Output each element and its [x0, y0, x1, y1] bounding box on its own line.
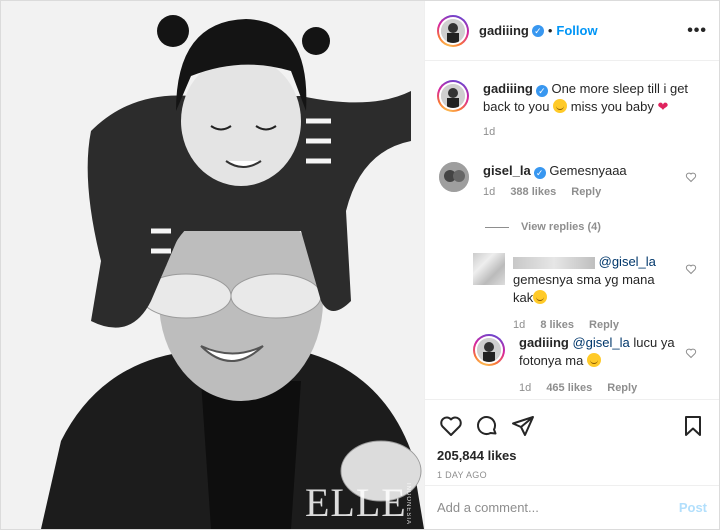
heart-icon[interactable] [437, 412, 465, 440]
smiling-emoji-icon [586, 353, 601, 367]
reply-time: 1d [519, 382, 532, 394]
verified-icon: ✓ [533, 167, 546, 179]
view-replies-line [485, 226, 509, 228]
red-heart-emoji-icon: ❤ [657, 99, 669, 114]
reply-row: @gisel_la gemesnya sma yg mana kak 1d 8 … [473, 253, 683, 331]
post-side-panel: gadiiing ✓ • Follow ••• gadiiing ✓ One mo… [424, 1, 719, 529]
photo-illustration [1, 1, 424, 529]
post-actions: 205,844 likes 1 DAY AGO [425, 399, 719, 480]
reply-avatar-blurred[interactable] [473, 253, 505, 285]
caption: gadiiing ✓ One more sleep till i get back… [437, 80, 703, 138]
post-photo[interactable]: ELLE INDONESIA [1, 1, 424, 529]
post-header: gadiiing ✓ • Follow ••• [425, 1, 719, 61]
reply-time: 1d [513, 319, 526, 331]
author-avatar[interactable] [437, 14, 469, 47]
comment-icon[interactable] [473, 412, 501, 440]
reply-username-blurred[interactable] [513, 256, 595, 269]
reply-row: gadiiing @gisel_la lucu ya fotonya ma 1d… [473, 334, 679, 394]
add-comment-bar: Post [425, 485, 719, 529]
share-icon[interactable] [509, 412, 537, 440]
view-replies-label: View replies (4) [521, 221, 601, 233]
reply-mention[interactable]: @gisel_la [572, 335, 629, 350]
add-comment-input[interactable] [437, 500, 679, 515]
likes-count[interactable]: 205,844 likes [437, 448, 707, 463]
post-comment-button[interactable]: Post [679, 500, 707, 515]
view-replies-button[interactable]: View replies (4) [485, 221, 601, 233]
comment-reply-button[interactable]: Reply [571, 186, 601, 198]
more-options-icon[interactable]: ••• [687, 22, 707, 38]
reply-like-heart-icon[interactable] [685, 263, 697, 275]
reply-mention[interactable]: @gisel_la [599, 254, 656, 269]
comment-likes[interactable]: 388 likes [510, 186, 556, 198]
caption-text: gadiiing ✓ One more sleep till i get back… [483, 80, 703, 116]
smiling-emoji-icon [553, 99, 568, 113]
caption-avatar[interactable] [437, 80, 469, 112]
reply-text-line1: gemesnya sma yg mana [513, 272, 655, 287]
commenter-avatar[interactable] [439, 162, 469, 192]
separator-dot: • [547, 23, 553, 38]
comment-row: gisel_la ✓ Gemesnyaaa 1d 388 likes Reply [439, 162, 627, 198]
reply-reply-button[interactable]: Reply [589, 319, 619, 331]
elle-watermark: ELLE [305, 480, 407, 525]
follow-button[interactable]: Follow [556, 23, 597, 38]
reply-username[interactable]: gadiiing [519, 335, 569, 350]
reply-text-line2: kak [513, 290, 534, 305]
caption-body-part2: miss you baby [570, 99, 654, 114]
comments-list: gadiiing ✓ One more sleep till i get back… [425, 62, 719, 399]
comment-text: Gemesnyaaa [549, 163, 627, 178]
verified-icon: ✓ [531, 24, 544, 37]
comment-like-heart-icon[interactable] [685, 171, 697, 183]
reply-likes[interactable]: 465 likes [546, 382, 592, 394]
caption-username[interactable]: gadiiing [483, 81, 533, 96]
smiling-emoji-icon [533, 290, 548, 304]
author-username[interactable]: gadiiing [479, 23, 529, 38]
reply-text-line2: fotonya ma [519, 353, 584, 368]
commenter-username[interactable]: gisel_la [483, 163, 531, 178]
reply-like-heart-icon[interactable] [685, 347, 697, 359]
bookmark-icon[interactable] [679, 412, 707, 440]
reply-avatar[interactable] [473, 334, 505, 366]
post-time-ago: 1 DAY AGO [437, 470, 487, 480]
reply-text-line1: lucu ya [633, 335, 675, 350]
verified-icon: ✓ [535, 85, 548, 97]
reply-reply-button[interactable]: Reply [607, 382, 637, 394]
reply-likes[interactable]: 8 likes [540, 319, 574, 331]
caption-time: 1d [483, 126, 496, 138]
elle-watermark-sub: INDONESIA [405, 483, 411, 526]
comment-time: 1d [483, 186, 496, 198]
